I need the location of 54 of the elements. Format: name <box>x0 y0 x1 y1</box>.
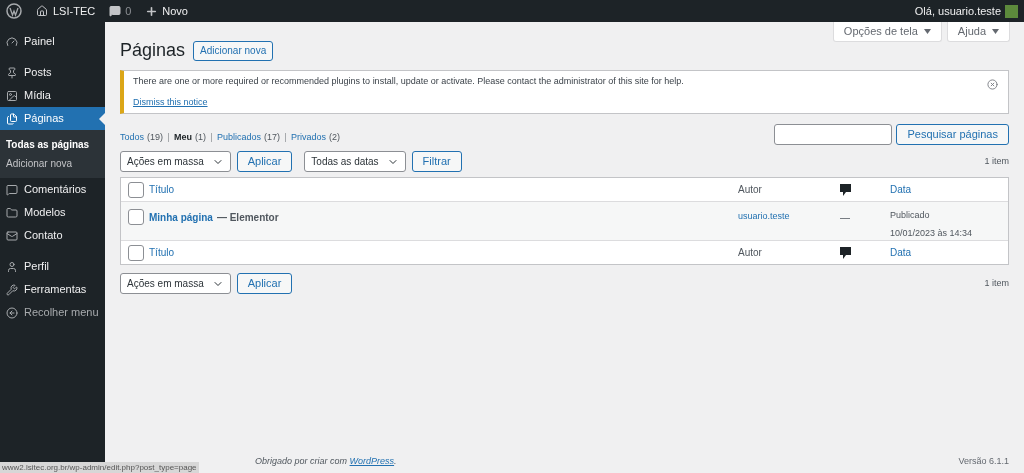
menu-item[interactable]: Recolher menu <box>0 301 105 324</box>
column-header-link[interactable]: Data <box>890 182 912 197</box>
menu-item[interactable]: Ferramentas <box>0 278 105 301</box>
filter-link[interactable]: Publicados <box>217 130 262 144</box>
page-title: Páginas <box>120 39 186 62</box>
page-state: — Elementor <box>216 212 279 223</box>
item-count: 1 item <box>984 154 1009 168</box>
filter-link[interactable]: Meu <box>174 130 193 144</box>
item-count: 1 item <box>984 276 1009 290</box>
dismiss-link[interactable]: Dismiss this notice <box>133 96 208 110</box>
status-text: Publicado <box>890 209 931 222</box>
comment-count: 0 <box>125 3 132 19</box>
greeting-link[interactable]: Olá, usuario.teste <box>914 2 1001 20</box>
menu-item[interactable]: Perfil <box>0 255 105 278</box>
menu-item[interactable]: Posts <box>0 61 105 84</box>
status-url: www2.lsitec.org.br/wp-admin/edit.php?post_type=page <box>0 462 199 473</box>
site-link[interactable]: LSI-TEC <box>53 2 96 20</box>
secondary-button[interactable]: Aplicar <box>236 151 293 172</box>
menu-item[interactable]: Painel <box>0 30 105 53</box>
notice-text: There are one or more required or recommended plugins to install, update or activate. Please contact the administrator of this site for help. <box>133 74 685 88</box>
filter-count: (2) <box>329 130 341 144</box>
version-text: Versão 6.1.1 <box>958 454 1009 468</box>
page-title-link[interactable]: Minha página <box>149 212 213 223</box>
comment-count: — <box>840 211 851 225</box>
column-header-link[interactable]: Data <box>890 245 912 260</box>
submenu-item[interactable]: Adicionar nova <box>0 154 105 173</box>
filter-link[interactable]: Privados <box>291 130 327 144</box>
filter-count: (1) <box>195 130 207 144</box>
new-link[interactable]: Novo <box>162 2 188 20</box>
column-header-link[interactable]: Título <box>149 245 738 260</box>
menu-item[interactable]: Mídia <box>0 84 105 107</box>
secondary-button[interactable]: Pesquisar páginas <box>896 124 1009 145</box>
date-text: 10/01/2023 às 14:34 <box>890 226 973 240</box>
dropdown[interactable]: Todas as datas <box>304 151 406 172</box>
filter-count: (17) <box>264 130 281 144</box>
dropdown[interactable]: Ações em massa <box>120 273 231 294</box>
secondary-button[interactable]: Filtrar <box>411 151 462 172</box>
column-header: Autor <box>738 183 763 197</box>
menu-item[interactable]: Comentários <box>0 178 105 201</box>
author-link[interactable]: usuario.teste <box>738 209 840 224</box>
secondary-button[interactable]: Aplicar <box>236 273 293 294</box>
footer-text: Obrigado por criar com WordPress. <box>255 454 397 468</box>
menu-item[interactable]: Contato <box>0 224 105 247</box>
column-header: Autor <box>738 246 763 260</box>
tab-toggle-button[interactable]: Opções de tela <box>832 22 942 42</box>
menu-item[interactable]: Modelos <box>0 201 105 224</box>
menu-item[interactable]: Páginas <box>0 107 105 130</box>
filter-count: (19) <box>147 130 164 144</box>
filter-link[interactable]: Todos <box>120 130 145 144</box>
add-new-button[interactable]: Adicionar nova <box>193 40 274 61</box>
dropdown[interactable]: Ações em massa <box>120 151 231 172</box>
tab-toggle-button[interactable]: Ajuda <box>946 22 1010 42</box>
submenu-item[interactable]: Todas as páginas <box>0 135 105 154</box>
column-header-link[interactable]: Título <box>149 182 738 197</box>
